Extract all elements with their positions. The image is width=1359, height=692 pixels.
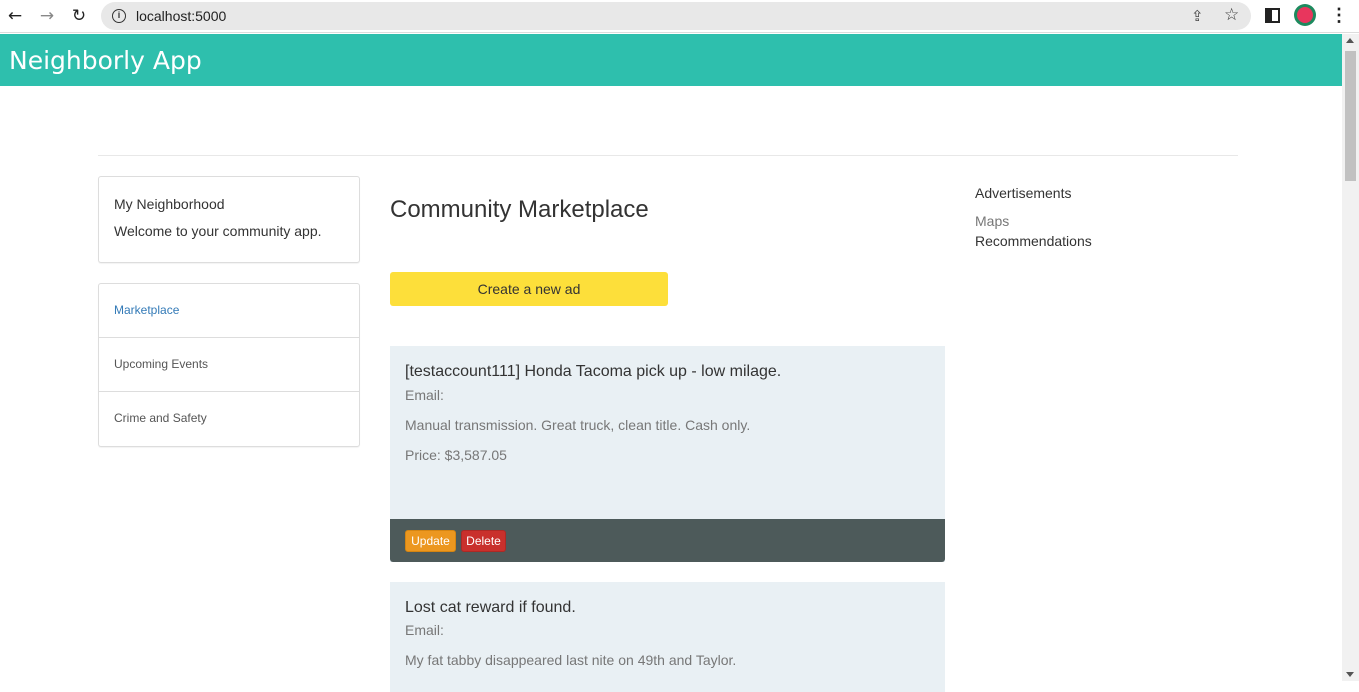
app-header: Neighborly App bbox=[0, 34, 1342, 86]
profile-icon[interactable] bbox=[1294, 4, 1316, 26]
ad-price: Price: $3,587.05 bbox=[405, 447, 507, 463]
advertisements-heading: Advertisements bbox=[975, 185, 1072, 201]
ad-card: [testaccount111] Honda Tacoma pick up - … bbox=[390, 346, 945, 562]
ad-email: Email: bbox=[405, 622, 444, 638]
info-icon[interactable]: i bbox=[112, 9, 126, 23]
welcome-text: Welcome to your community app. bbox=[114, 223, 322, 239]
ad-email: Email: bbox=[405, 387, 444, 403]
share-icon[interactable]: ⇪ bbox=[1191, 7, 1204, 25]
divider bbox=[98, 155, 1238, 156]
sidebar-item-upcoming-events[interactable]: Upcoming Events bbox=[99, 338, 359, 392]
delete-button[interactable]: Delete bbox=[461, 530, 506, 552]
kebab-menu-icon[interactable]: ⋮ bbox=[1330, 5, 1348, 26]
ad-description: My fat tabby disappeared last nite on 49… bbox=[405, 652, 737, 668]
ad-title: Lost cat reward if found. bbox=[405, 599, 576, 616]
ad-title: [testaccount111] Honda Tacoma pick up - … bbox=[405, 363, 782, 380]
star-icon[interactable]: ☆ bbox=[1224, 5, 1239, 25]
side-panel-icon[interactable] bbox=[1265, 8, 1280, 23]
scroll-thumb[interactable] bbox=[1345, 51, 1356, 181]
ad-actions: Update Delete bbox=[390, 519, 945, 562]
reload-icon[interactable]: ↻ bbox=[67, 4, 91, 28]
ad-description: Manual transmission. Great truck, clean … bbox=[405, 417, 751, 433]
sidebar-item-crime-and-safety[interactable]: Crime and Safety bbox=[99, 392, 359, 446]
back-arrow-icon[interactable]: ← bbox=[3, 4, 27, 28]
neighborhood-panel: My Neighborhood Welcome to your communit… bbox=[98, 176, 360, 263]
forward-arrow-icon[interactable]: → bbox=[35, 4, 59, 28]
update-button[interactable]: Update bbox=[405, 530, 456, 552]
browser-toolbar: ← → ↻ i localhost:5000 ⇪ ☆ ⋮ bbox=[0, 0, 1359, 33]
sidebar-item-marketplace[interactable]: Marketplace bbox=[99, 284, 359, 338]
url-text[interactable]: localhost:5000 bbox=[136, 8, 226, 24]
address-bar[interactable]: i localhost:5000 ⇪ ☆ bbox=[101, 2, 1251, 30]
page-scrollbar[interactable] bbox=[1342, 34, 1359, 681]
maps-link[interactable]: Maps bbox=[975, 213, 1009, 229]
scroll-up-arrow-icon[interactable] bbox=[1346, 38, 1354, 43]
app-title[interactable]: Neighborly App bbox=[9, 46, 202, 75]
recommendations-link[interactable]: Recommendations bbox=[975, 233, 1092, 249]
sidebar-nav: Marketplace Upcoming Events Crime and Sa… bbox=[98, 283, 360, 447]
page-title: Community Marketplace bbox=[390, 196, 649, 223]
ad-card: Lost cat reward if found. Email: My fat … bbox=[390, 582, 945, 692]
create-ad-button[interactable]: Create a new ad bbox=[390, 272, 668, 306]
neighborhood-title: My Neighborhood bbox=[114, 196, 225, 212]
scroll-down-arrow-icon[interactable] bbox=[1346, 672, 1354, 677]
